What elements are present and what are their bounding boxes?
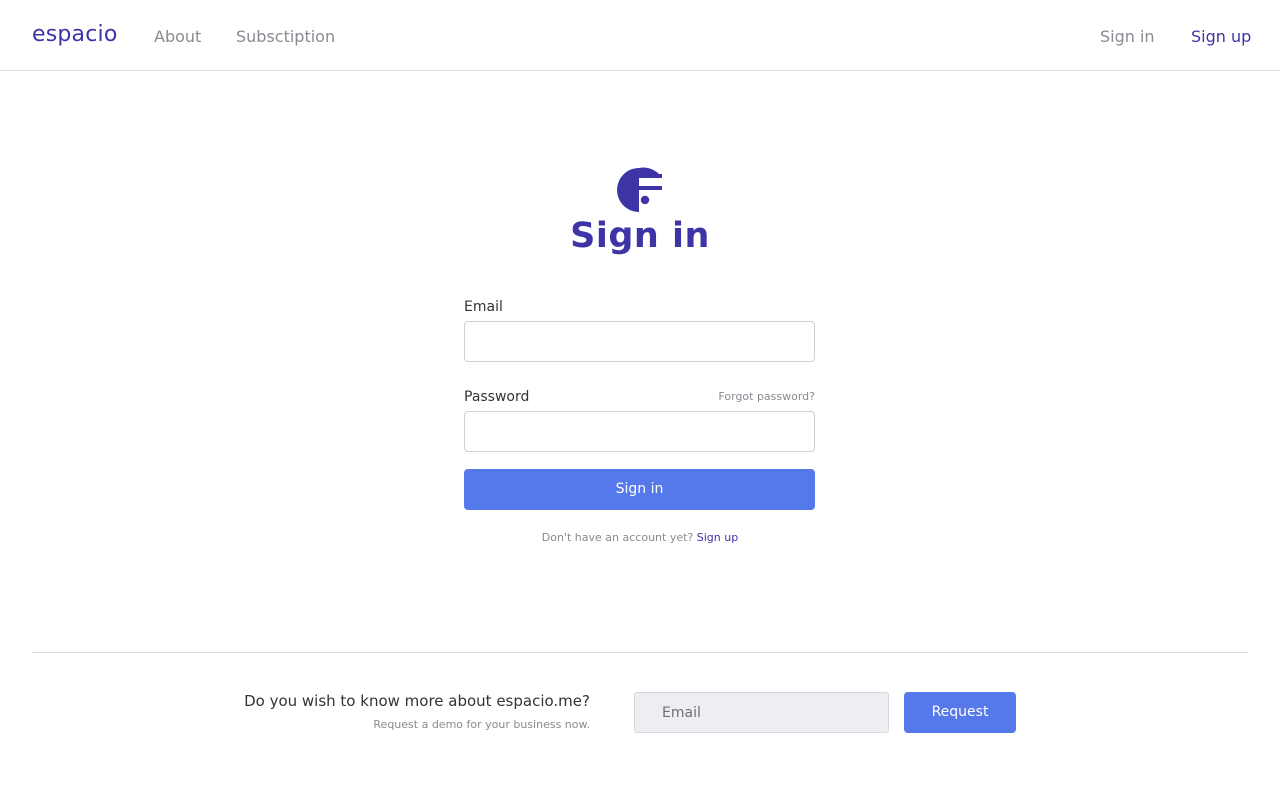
page-title: Sign in [570,216,710,256]
password-field[interactable] [464,411,815,452]
no-account-prompt: Don't have an account yet? Sign up [0,531,1280,545]
sign-up-link[interactable]: Sign up [697,531,738,544]
demo-email-field[interactable] [634,692,889,733]
sign-in-button[interactable]: Sign in [464,469,815,510]
espacio-f-logo-icon [617,167,662,212]
nav-link-sign-in[interactable]: Sign in [1100,26,1155,48]
footer-heading: Do you wish to know more about espacio.m… [244,692,590,710]
footer-divider [32,652,1248,653]
email-label: Email [464,299,503,315]
footer-subheading: Request a demo for your business now. [373,718,590,731]
top-nav-bar: espacio About Subsctiption Sign in Sign … [0,0,1280,71]
email-field[interactable] [464,321,815,362]
nav-link-subscription[interactable]: Subsctiption [236,26,335,48]
no-account-text: Don't have an account yet? [541,531,694,544]
brand-logo-link[interactable]: espacio [32,20,118,50]
password-label: Password [464,389,530,405]
request-demo-button[interactable]: Request [904,692,1016,733]
nav-link-sign-up[interactable]: Sign up [1191,26,1251,48]
nav-link-about[interactable]: About [154,26,201,48]
forgot-password-link[interactable]: Forgot password? [600,390,815,404]
